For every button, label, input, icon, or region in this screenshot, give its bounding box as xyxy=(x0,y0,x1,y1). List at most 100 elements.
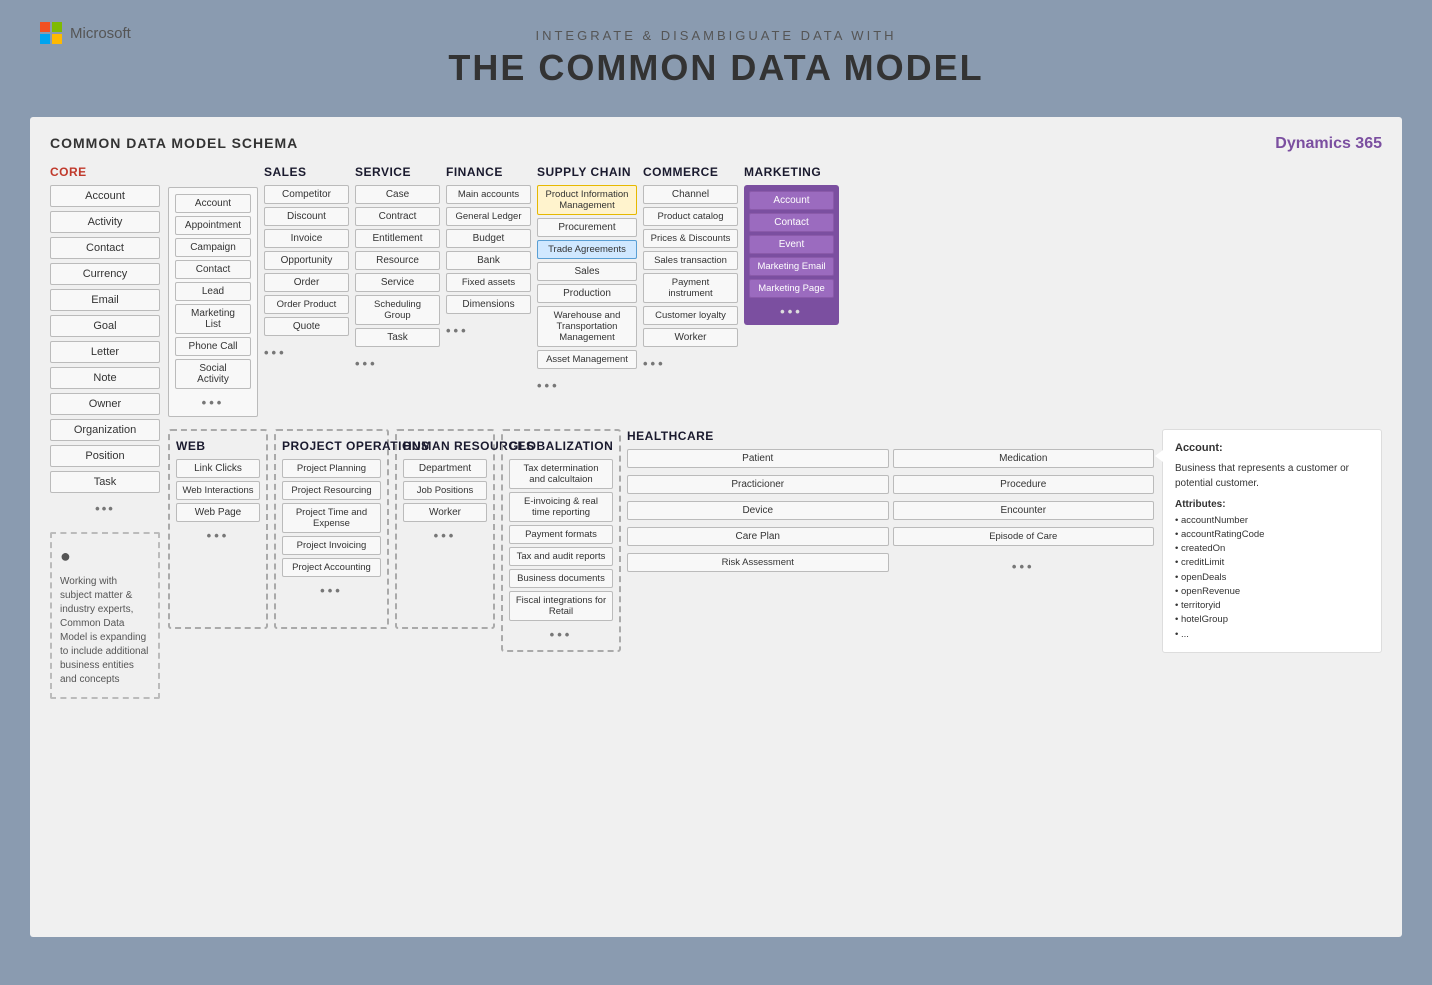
sc-asset-management: Asset Management xyxy=(537,350,637,369)
finance-dimensions: Dimensions xyxy=(446,295,531,314)
glob-tax-det: Tax determination and calcultaion xyxy=(509,459,613,489)
bottom-categories: WEB Link Clicks Web Interactions Web Pag… xyxy=(168,429,1382,653)
hc-medication: Medication xyxy=(893,449,1155,468)
healthcare-section: HEALTHCARE Patient Practicioner Device C… xyxy=(627,429,1382,653)
web-ellipsis: ••• xyxy=(176,528,260,543)
finance-main-accounts: Main accounts xyxy=(446,185,531,204)
header-subtitle: Integrate & Disambiguate Data With xyxy=(0,28,1432,43)
marketing-contact: Contact xyxy=(749,213,834,232)
tooltip-attr-label: Attributes: xyxy=(1175,497,1369,512)
core-item-task: Task xyxy=(50,471,160,493)
marketing-account: Account xyxy=(749,191,834,210)
healthcare-header: HEALTHCARE xyxy=(627,429,1154,443)
sc-procurement: Procurement xyxy=(537,218,637,237)
hc-patient: Patient xyxy=(627,449,889,468)
finance-fixed-assets: Fixed assets xyxy=(446,273,531,292)
glob-einvoice: E-invoicing & real time reporting xyxy=(509,492,613,522)
sales-header: SALES xyxy=(264,165,307,179)
service-entitlement: Entitlement xyxy=(355,229,440,248)
core-section: CORE Account Activity Contact Currency E… xyxy=(50,165,160,699)
dynamics-label: Dynamics 365 xyxy=(1275,135,1382,153)
sales-competitor: Competitor xyxy=(264,185,349,204)
web-col: WEB Link Clicks Web Interactions Web Pag… xyxy=(168,429,268,629)
inner-ellipsis: ••• xyxy=(175,395,251,410)
po-planning: Project Planning xyxy=(282,459,381,478)
sc-product-info: Product Information Management xyxy=(537,185,637,215)
core-item-organization: Organization xyxy=(50,419,160,441)
ms-logo: Microsoft xyxy=(40,22,131,44)
finance-general-ledger: General Ledger xyxy=(446,207,531,226)
attr-openRevenue: openRevenue xyxy=(1175,585,1369,599)
sales-quote: Quote xyxy=(264,317,349,336)
core-item-owner: Owner xyxy=(50,393,160,415)
core-item-currency: Currency xyxy=(50,263,160,285)
sc-production: Production xyxy=(537,284,637,303)
hc-care-plan: Care Plan xyxy=(627,527,889,546)
attr-accountRatingCode: accountRatingCode xyxy=(1175,528,1369,542)
marketing-email: Marketing Email xyxy=(749,257,834,276)
expand-note-text: Working with subject matter & industry e… xyxy=(60,576,148,685)
hc-device: Device xyxy=(627,501,889,520)
inner-lead: Lead xyxy=(175,282,251,301)
tooltip-desc: Business that represents a customer or p… xyxy=(1175,461,1369,491)
glob-fiscal: Fiscal integrations for Retail xyxy=(509,591,613,621)
inner-col: Account Appointment Campaign Contact Lea… xyxy=(168,187,258,417)
globalization-header: GLOBALIZATION xyxy=(509,439,613,453)
header-title: The Common Data Model xyxy=(0,47,1432,89)
core-label: CORE xyxy=(50,165,160,179)
service-resource: Resource xyxy=(355,251,440,270)
inner-marketing-list: Marketing List xyxy=(175,304,251,334)
attr-hotelGroup: hotelGroup xyxy=(1175,613,1369,627)
hr-department: Department xyxy=(403,459,487,478)
sc-ellipsis: ••• xyxy=(537,378,560,393)
project-ops-col: PROJECT OPERATIONS Project Planning Proj… xyxy=(274,429,389,629)
core-ellipsis: ••• xyxy=(50,501,160,516)
po-time-expense: Project Time and Expense xyxy=(282,503,381,533)
diagram-box: COMMON DATA MODEL SCHEMA Dynamics 365 CO… xyxy=(30,117,1402,937)
sales-col: SALES Competitor Discount Invoice Opport… xyxy=(264,165,349,360)
core-item-activity: Activity xyxy=(50,211,160,233)
commerce-ellipsis: ••• xyxy=(643,356,666,371)
sc-trade-agreements: Trade Agreements xyxy=(537,240,637,259)
commerce-channel: Channel xyxy=(643,185,738,204)
ms-logo-text: Microsoft xyxy=(70,25,131,42)
project-ops-header: PROJECT OPERATIONS xyxy=(282,439,381,453)
attr-accountNumber: accountNumber xyxy=(1175,514,1369,528)
web-link-clicks: Link Clicks xyxy=(176,459,260,478)
healthcare-inner: HEALTHCARE Patient Practicioner Device C… xyxy=(627,429,1154,653)
service-service: Service xyxy=(355,273,440,292)
sales-opportunity: Opportunity xyxy=(264,251,349,270)
finance-bank: Bank xyxy=(446,251,531,270)
marketing-event: Event xyxy=(749,235,834,254)
hc-practicioner: Practicioner xyxy=(627,475,889,494)
marketing-col: MARKETING Account Contact Event Marketin… xyxy=(744,165,839,325)
top-categories: Account Appointment Campaign Contact Lea… xyxy=(168,165,1382,417)
commerce-product-catalog: Product catalog xyxy=(643,207,738,226)
attr-createdOn: createdOn xyxy=(1175,542,1369,556)
commerce-loyalty: Customer loyalty xyxy=(643,306,738,325)
core-item-goal: Goal xyxy=(50,315,160,337)
commerce-header: COMMERCE xyxy=(643,165,718,179)
schema-title: COMMON DATA MODEL SCHEMA xyxy=(50,135,1382,151)
sc-sales: Sales xyxy=(537,262,637,281)
tooltip-attrs: accountNumber accountRatingCode createdO… xyxy=(1175,514,1369,642)
expand-note: ● Working with subject matter & industry… xyxy=(50,532,160,699)
web-page: Web Page xyxy=(176,503,260,522)
service-contract: Contract xyxy=(355,207,440,226)
hr-ellipsis: ••• xyxy=(403,528,487,543)
core-item-letter: Letter xyxy=(50,341,160,363)
sales-ellipsis: ••• xyxy=(264,345,287,360)
core-item-position: Position xyxy=(50,445,160,467)
sales-order: Order xyxy=(264,273,349,292)
po-invoicing: Project Invoicing xyxy=(282,536,381,555)
hr-job-positions: Job Positions xyxy=(403,481,487,500)
attr-territoryid: territoryid xyxy=(1175,599,1369,613)
attr-openDeals: openDeals xyxy=(1175,571,1369,585)
inner-contact: Contact xyxy=(175,260,251,279)
commerce-prices: Prices & Discounts xyxy=(643,229,738,248)
finance-col: FINANCE Main accounts General Ledger Bud… xyxy=(446,165,531,338)
hc-risk-assessment: Risk Assessment xyxy=(627,553,889,572)
service-ellipsis: ••• xyxy=(355,356,378,371)
finance-header: FINANCE xyxy=(446,165,503,179)
hc-episode: Episode of Care xyxy=(893,527,1155,546)
